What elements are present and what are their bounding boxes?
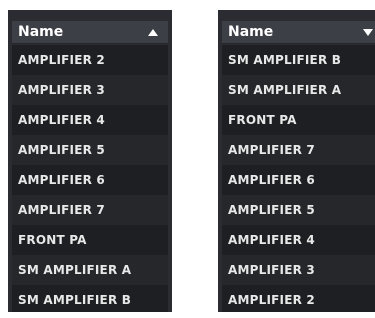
list-item[interactable]: AMPLIFIER 3 [222,255,375,285]
list-item[interactable]: AMPLIFIER 6 [222,165,375,195]
column-header-label: Name [228,24,274,40]
name-list-descending: Name SM AMPLIFIER B SM AMPLIFIER A FRONT… [218,10,375,312]
list-item[interactable]: AMPLIFIER 4 [222,225,375,255]
list-item[interactable]: AMPLIFIER 5 [222,195,375,225]
list-item[interactable]: AMPLIFIER 2 [12,45,168,75]
column-header-label: Name [18,24,64,40]
list-item[interactable]: AMPLIFIER 3 [12,75,168,105]
list-item[interactable]: AMPLIFIER 6 [12,165,168,195]
sort-descending-icon[interactable] [363,29,373,36]
list-item[interactable]: SM AMPLIFIER B [12,285,168,312]
column-header-name[interactable]: Name [12,21,168,44]
list-item[interactable]: SM AMPLIFIER A [222,75,375,105]
list-item[interactable]: SM AMPLIFIER A [12,255,168,285]
list-rows: AMPLIFIER 2 AMPLIFIER 3 AMPLIFIER 4 AMPL… [12,45,168,312]
sort-ascending-icon[interactable] [148,29,158,36]
list-item[interactable]: FRONT PA [222,105,375,135]
list-item[interactable]: SM AMPLIFIER B [222,45,375,75]
column-header-name[interactable]: Name [222,21,375,44]
name-list-ascending: Name AMPLIFIER 2 AMPLIFIER 3 AMPLIFIER 4… [8,10,172,312]
list-item[interactable]: AMPLIFIER 4 [12,105,168,135]
list-item[interactable]: AMPLIFIER 7 [222,135,375,165]
list-item[interactable]: AMPLIFIER 7 [12,195,168,225]
list-item[interactable]: FRONT PA [12,225,168,255]
list-item[interactable]: AMPLIFIER 5 [12,135,168,165]
list-rows: SM AMPLIFIER B SM AMPLIFIER A FRONT PA A… [222,45,375,312]
list-item[interactable]: AMPLIFIER 2 [222,285,375,312]
